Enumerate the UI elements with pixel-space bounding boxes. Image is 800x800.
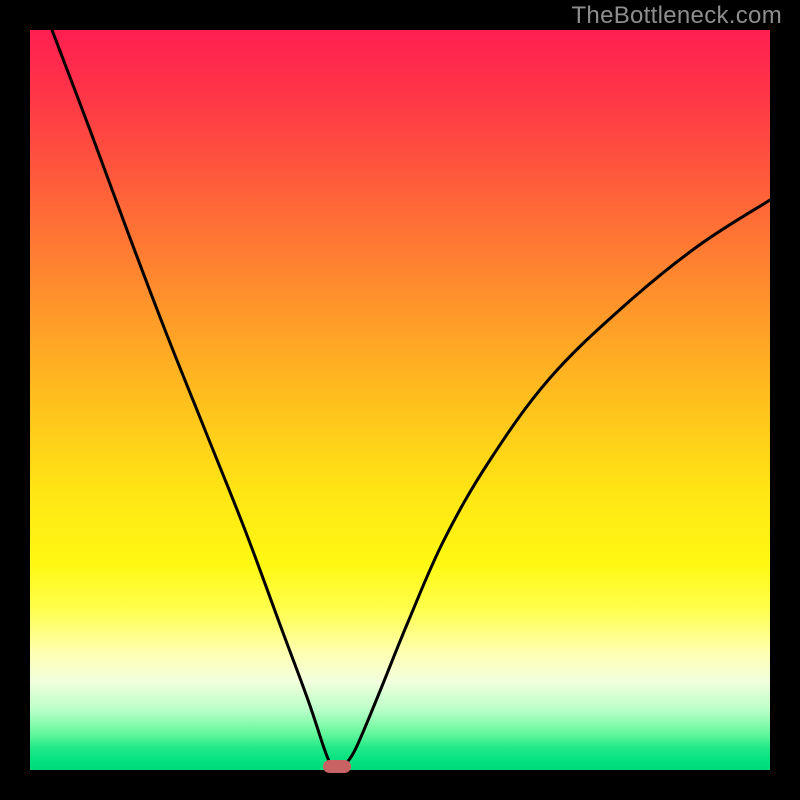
watermark-text: TheBottleneck.com — [571, 2, 782, 30]
optimal-marker — [323, 760, 351, 773]
chart-frame: TheBottleneck.com — [0, 0, 800, 800]
gradient-plot-area — [30, 30, 770, 770]
curve-svg — [30, 30, 770, 770]
curve-right-branch — [345, 200, 770, 765]
curve-left-branch — [52, 30, 331, 766]
